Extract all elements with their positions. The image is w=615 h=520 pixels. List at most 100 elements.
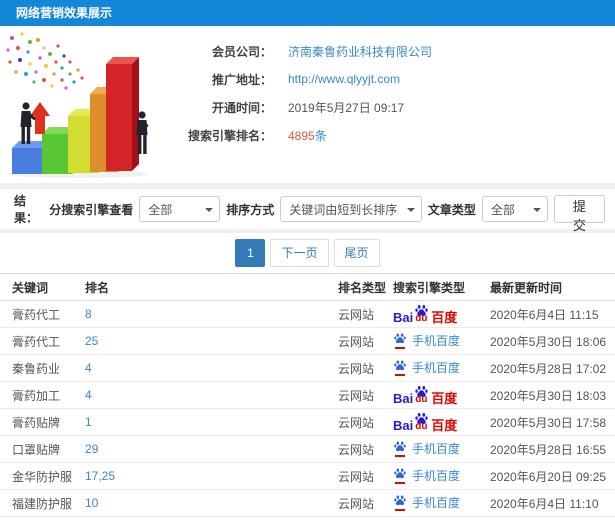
keyword-cell: 金华防护服 — [12, 469, 73, 484]
rank-type-header: 排名类型 — [338, 280, 387, 295]
open-time-row: 开通时间： 2019年5月27日 09:17 — [178, 93, 615, 121]
keyword-cell: 膏药加工 — [12, 388, 61, 403]
updated-cell: 2020年6月4日 11:10 — [490, 496, 599, 511]
updated-cell: 2020年6月4日 11:15 — [490, 307, 599, 322]
engine-type-header: 搜索引擎类型 — [393, 280, 466, 295]
keyword-cell: 膏药贴牌 — [12, 415, 61, 430]
account-info-list: 会员公司： 济南秦鲁药业科技有限公司 推广地址： http://www.qlyy… — [178, 26, 615, 149]
engine-filter-select[interactable]: 全部 — [139, 196, 221, 222]
engine-cell: 手机百度 — [393, 360, 490, 376]
rank-link[interactable]: 1 — [85, 415, 338, 429]
company-label: 会员公司： — [211, 44, 272, 59]
rank-header: 排名 — [85, 280, 110, 295]
rank-type-cell: 云网站 — [338, 307, 375, 322]
rank-type-cell: 云网站 — [338, 415, 375, 430]
promo-url-link[interactable]: http://www.qlyyjt.com — [288, 72, 400, 86]
keyword-cell: 膏药代工 — [12, 334, 61, 349]
page-1-button[interactable]: 1 — [235, 239, 266, 267]
last-page-button[interactable]: 尾页 — [333, 239, 380, 267]
next-page-button[interactable]: 下一页 — [270, 239, 329, 267]
rank-link[interactable]: 8 — [85, 307, 338, 321]
baidu-paw-icon: du — [413, 304, 430, 324]
table-row: 金华防护服 17,25 云网站 手机百度 2020年6月20日 09:25 — [0, 463, 615, 490]
open-time-value: 2019年5月27日 09:17 — [288, 100, 405, 115]
baidu-paw-icon: du — [413, 412, 430, 432]
keyword-rank-table: 关键词 排名 排名类型 搜索引擎类型 最新更新时间 膏药代工 8 云网站 Bai… — [0, 274, 615, 520]
keyword-header: 关键词 — [12, 280, 49, 295]
updated-cell: 2020年5月30日 17:58 — [490, 415, 607, 430]
engine-rank-label: 搜索引擎排名： — [187, 128, 272, 143]
rank-link[interactable]: 29 — [85, 442, 338, 456]
rank-link[interactable]: 4 — [85, 388, 338, 402]
company-link[interactable]: 济南秦鲁药业科技有限公司 — [288, 43, 432, 60]
keyword-cell: 膏药代工 — [12, 307, 61, 322]
rank-type-cell: 云网站 — [338, 496, 375, 511]
engine-cell: 手机百度 — [393, 468, 490, 484]
updated-cell: 2020年5月28日 16:55 — [490, 442, 607, 457]
engine-cell: 手机百度 — [393, 495, 490, 511]
keyword-cell: 口罩贴牌 — [12, 442, 61, 457]
table-row: 口罩贴牌 29 云网站 手机百度 2020年5月28日 16:55 — [0, 436, 615, 463]
table-row: 膏药加工 4 云网站 Bai du 百度 2020年5月30日 18:03 — [0, 382, 615, 409]
baidu-mobile-logo: 手机百度 — [393, 441, 460, 457]
baidu-mobile-logo: 手机百度 — [393, 495, 460, 511]
rank-link[interactable]: 4 — [85, 361, 338, 375]
page-title: 网络营销效果展示 — [16, 6, 113, 20]
baidu-paw-icon: du — [413, 385, 430, 405]
engine-rank-value: 4895条 — [288, 127, 327, 144]
baidu-mobile-paw-icon — [393, 360, 407, 376]
baidu-logo: Bai du 百度 — [393, 412, 457, 432]
rank-type-cell: 云网站 — [338, 469, 375, 484]
rank-type-cell: 云网站 — [338, 388, 375, 403]
promo-url-label: 推广地址： — [211, 72, 272, 87]
updated-cell: 2020年6月20日 09:25 — [490, 469, 607, 484]
rank-type-cell: 云网站 — [338, 361, 375, 376]
engine-cell: 手机百度 — [393, 441, 490, 457]
baidu-mobile-logo: 手机百度 — [393, 468, 460, 484]
pagination-bar: 1 下一页 尾页 — [0, 233, 615, 274]
table-row: 膏药贴牌 1 云网站 Bai du 百度 2020年5月30日 17:58 — [0, 409, 615, 436]
sort-filter-select[interactable]: 关键词由短到长排序 — [280, 196, 422, 222]
engine-cell: Bai du 百度 — [393, 412, 490, 432]
window-title-bar: 网络营销效果展示 — [0, 0, 615, 26]
keyword-cell: 福建防护服 — [12, 496, 73, 511]
engine-cell: Bai du 百度 — [393, 304, 490, 324]
baidu-logo: Bai du 百度 — [393, 304, 457, 324]
rank-type-cell: 云网站 — [338, 442, 375, 457]
result-label: 结果： — [14, 194, 39, 225]
filter-controls: 分搜索引擎查看 全部 排序方式 关键词由短到长排序 文章类型 全部 提交 — [49, 195, 605, 233]
engine-filter-label: 分搜索引擎查看 — [49, 202, 134, 217]
rank-link[interactable]: 17,25 — [85, 469, 338, 483]
table-body: 膏药代工 8 云网站 Bai du 百度 2020年6月4日 11:15 膏药代工 … — [0, 301, 615, 520]
baidu-mobile-paw-icon — [393, 333, 407, 349]
marketing-effect-page: 网络营销效果展示 会员公司： 济南秦鲁药业科技有限公司 推广地址： http:/… — [0, 0, 615, 520]
baidu-logo: Bai du 百度 — [393, 385, 457, 405]
updated-header: 最新更新时间 — [490, 280, 563, 295]
bar-chart-growth-illustration-icon — [0, 28, 170, 180]
open-time-label: 开通时间： — [211, 100, 272, 115]
updated-cell: 2020年5月30日 18:03 — [490, 388, 607, 403]
article-type-value: 全部 — [490, 202, 515, 217]
rank-link[interactable]: 10 — [85, 496, 338, 510]
article-type-select[interactable]: 全部 — [481, 196, 548, 222]
table-row: 膏药代工 8 云网站 Bai du 百度 2020年6月4日 11:15 — [0, 301, 615, 328]
baidu-mobile-logo: 手机百度 — [393, 333, 460, 349]
table-row: 秦鲁药业 4 云网站 手机百度 2020年5月28日 17:02 — [0, 355, 615, 382]
article-type-label: 文章类型 — [427, 202, 476, 217]
sort-filter-label: 排序方式 — [226, 202, 275, 217]
rank-count: 4895 — [288, 128, 315, 143]
table-row: 福建防护服 10 云网站 手机百度 2020年6月4日 11:10 — [0, 490, 615, 517]
engine-cell: Bai du 百度 — [393, 385, 490, 405]
table-row: 膏药代工 25 云网站 手机百度 2020年5月30日 18:06 — [0, 328, 615, 355]
engine-cell: 手机百度 — [393, 333, 490, 349]
submit-button[interactable]: 提交 — [553, 195, 605, 233]
baidu-mobile-logo: 手机百度 — [393, 360, 460, 376]
baidu-mobile-paw-icon — [393, 441, 407, 457]
engine-rank-row: 搜索引擎排名： 4895条 — [178, 121, 615, 149]
table-header-row: 关键词 排名 排名类型 搜索引擎类型 最新更新时间 — [0, 274, 615, 301]
rank-link[interactable]: 25 — [85, 334, 338, 348]
baidu-mobile-paw-icon — [393, 468, 407, 484]
rank-unit: 条 — [314, 128, 327, 143]
result-filter-bar: 结果： 分搜索引擎查看 全部 排序方式 关键词由短到长排序 文章类型 全部 提交 — [0, 189, 615, 233]
updated-cell: 2020年5月30日 18:06 — [490, 334, 607, 349]
